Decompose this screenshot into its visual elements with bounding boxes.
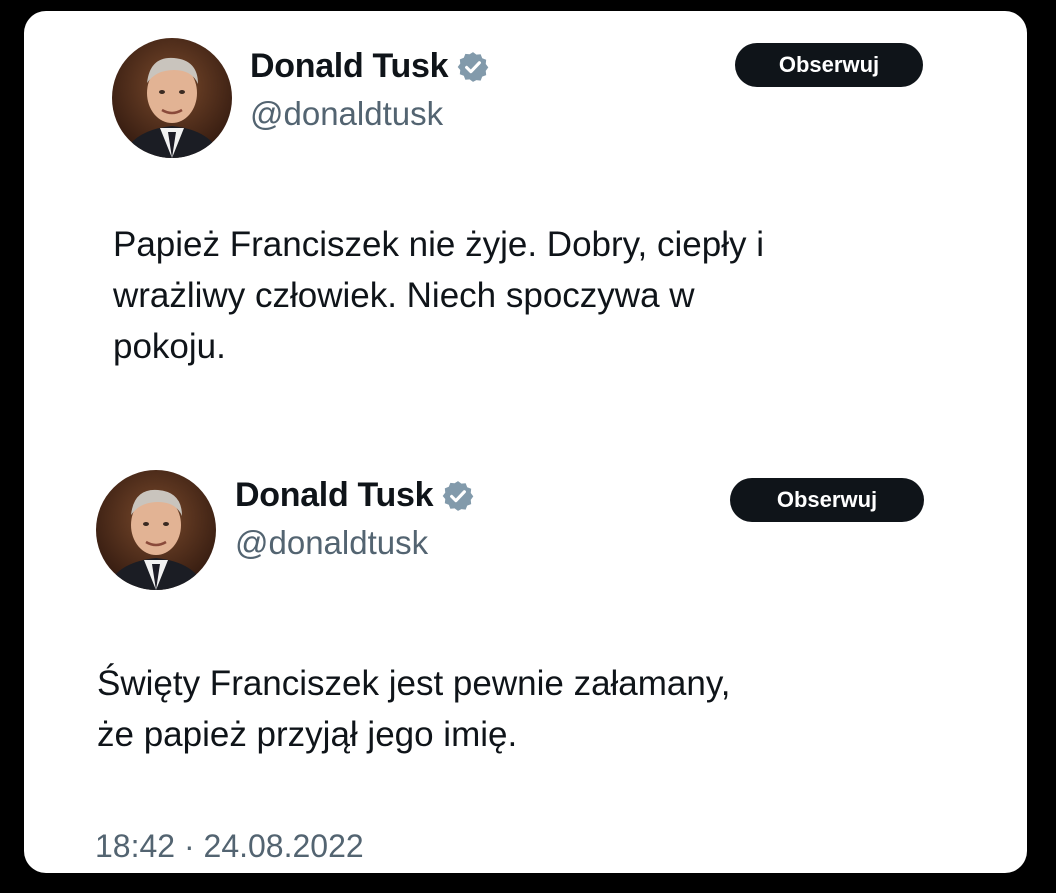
follow-button[interactable]: Obserwuj — [730, 478, 924, 522]
tweet-timestamp[interactable]: 18:42 · 24.08.2022 — [95, 828, 364, 865]
author-name-row: Donald Tusk — [250, 47, 490, 86]
verified-badge-icon — [441, 479, 475, 513]
author-display-name[interactable]: Donald Tusk — [250, 47, 449, 86]
tweet-card: Donald Tusk @donaldtusk Obserwuj Papież … — [24, 11, 1027, 873]
tweet-text: Papież Franciszek nie żyje. Dobry, ciepł… — [113, 225, 764, 366]
author-handle[interactable]: @donaldtusk — [250, 95, 443, 133]
author-name-row: Donald Tusk — [235, 476, 475, 515]
tweet-text: Święty Franciszek jest pewnie załamany, … — [97, 664, 731, 754]
author-handle[interactable]: @donaldtusk — [235, 524, 428, 562]
avatar[interactable] — [96, 470, 216, 590]
avatar[interactable] — [112, 38, 232, 158]
follow-button[interactable]: Obserwuj — [735, 43, 923, 87]
verified-badge-icon — [456, 50, 490, 84]
avatar-photo-icon — [112, 38, 232, 158]
avatar-photo-icon — [96, 470, 216, 590]
author-display-name[interactable]: Donald Tusk — [235, 476, 434, 515]
